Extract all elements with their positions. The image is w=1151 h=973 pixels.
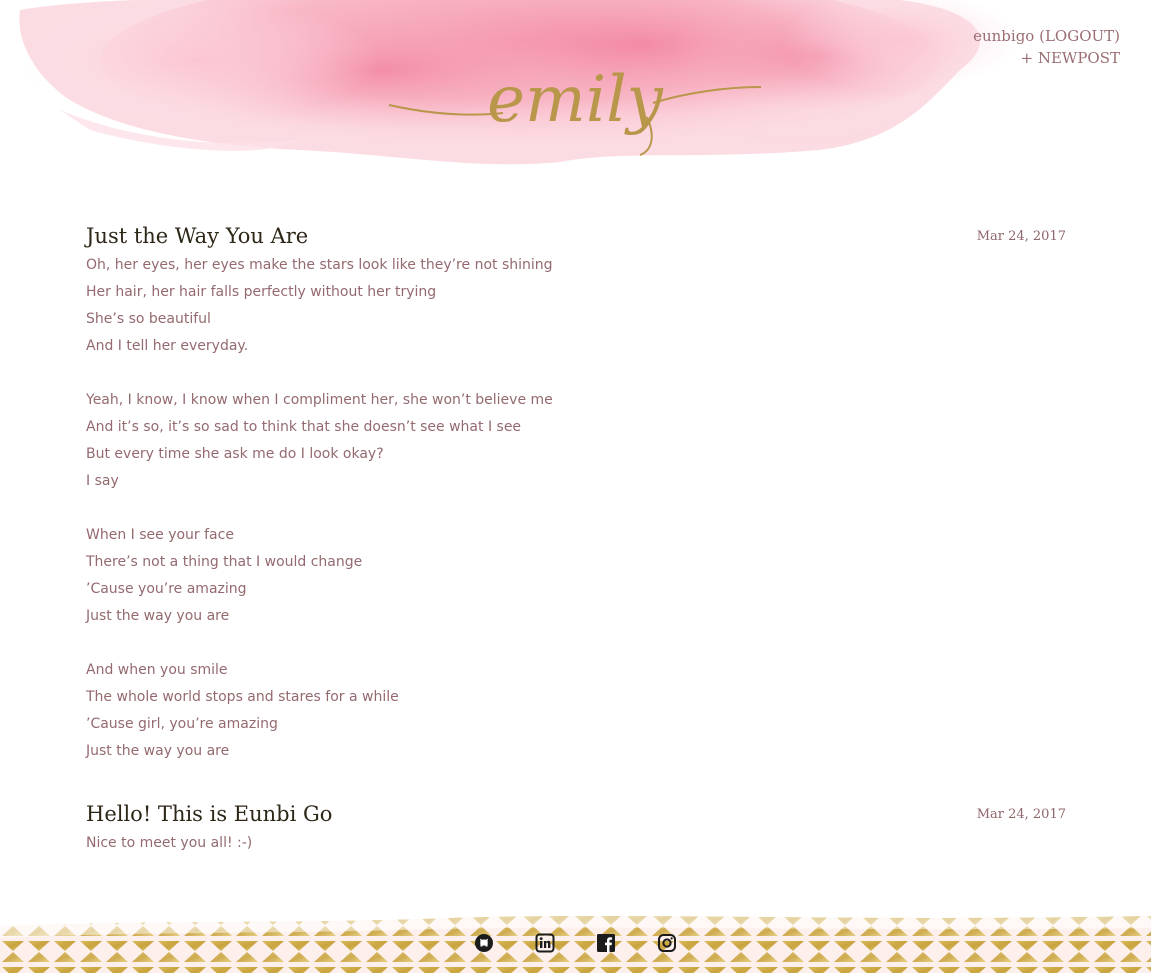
facebook-icon[interactable] xyxy=(596,933,616,953)
post-body: Nice to meet you all! :-) xyxy=(86,830,1066,857)
post-text-line: Nice to meet you all! :-) xyxy=(86,835,253,851)
post: Hello! This is Eunbi Go Mar 24, 2017 Nic… xyxy=(86,798,1066,857)
lyric-line: Just the way you are xyxy=(86,743,230,759)
user-nav: eunbigo (LOGOUT) + NEWPOST xyxy=(973,25,1120,69)
lyric-line: Oh, her eyes, her eyes make the stars lo… xyxy=(86,257,553,273)
instagram-icon[interactable] xyxy=(657,933,677,953)
lyric-line: Yeah, I know, I know when I compliment h… xyxy=(86,392,553,408)
lyric-line: She’s so beautiful xyxy=(86,311,211,327)
stanza: When I see your face There’s not a thing… xyxy=(86,522,1066,630)
stanza: Oh, her eyes, her eyes make the stars lo… xyxy=(86,252,1066,360)
post-list: Just the Way You Are Mar 24, 2017 Oh, he… xyxy=(86,220,1066,857)
site-logo[interactable]: emily xyxy=(385,55,765,160)
lyric-line: ’Cause girl, you’re amazing xyxy=(86,716,278,732)
post-date: Mar 24, 2017 xyxy=(976,807,1066,822)
lyric-line: And when you smile xyxy=(86,662,228,678)
lyric-line: And I tell her everyday. xyxy=(86,338,249,354)
social-links xyxy=(474,933,679,955)
lyric-line: And it’s so, it’s so sad to think that s… xyxy=(86,419,522,435)
site-header: emily eunbigo (LOGOUT) + NEWPOST xyxy=(0,0,1151,175)
username: eunbigo xyxy=(973,27,1035,45)
new-post-link[interactable]: + NEWPOST xyxy=(973,47,1121,69)
post-title[interactable]: Just the Way You Are xyxy=(86,220,1066,252)
post-title[interactable]: Hello! This is Eunbi Go xyxy=(86,798,1066,830)
lyric-line: There’s not a thing that I would change xyxy=(86,554,363,570)
post-body: Oh, her eyes, her eyes make the stars lo… xyxy=(86,252,1066,765)
stanza: Yeah, I know, I know when I compliment h… xyxy=(86,387,1066,495)
linkedin-icon[interactable] xyxy=(535,933,555,953)
user-row: eunbigo (LOGOUT) xyxy=(973,25,1120,47)
lyric-line: The whole world stops and stares for a w… xyxy=(86,689,399,705)
post: Just the Way You Are Mar 24, 2017 Oh, he… xyxy=(86,220,1066,765)
lyric-line: ’Cause you’re amazing xyxy=(86,581,247,597)
stanza: And when you smile The whole world stops… xyxy=(86,657,1066,765)
logo-text: emily xyxy=(487,63,664,137)
lyric-line: I say xyxy=(86,473,119,489)
lyric-line: Her hair, her hair falls perfectly witho… xyxy=(86,284,437,300)
post-date: Mar 24, 2017 xyxy=(976,229,1066,244)
lyric-line: But every time she ask me do I look okay… xyxy=(86,446,384,462)
stanza: Nice to meet you all! :-) xyxy=(86,830,1066,857)
blog-page: emily eunbigo (LOGOUT) + NEWPOST Just th… xyxy=(0,0,1151,973)
logout-link[interactable]: (LOGOUT) xyxy=(1039,27,1120,45)
github-icon[interactable] xyxy=(474,933,494,953)
lyric-line: When I see your face xyxy=(86,527,234,543)
lyric-line: Just the way you are xyxy=(86,608,230,624)
